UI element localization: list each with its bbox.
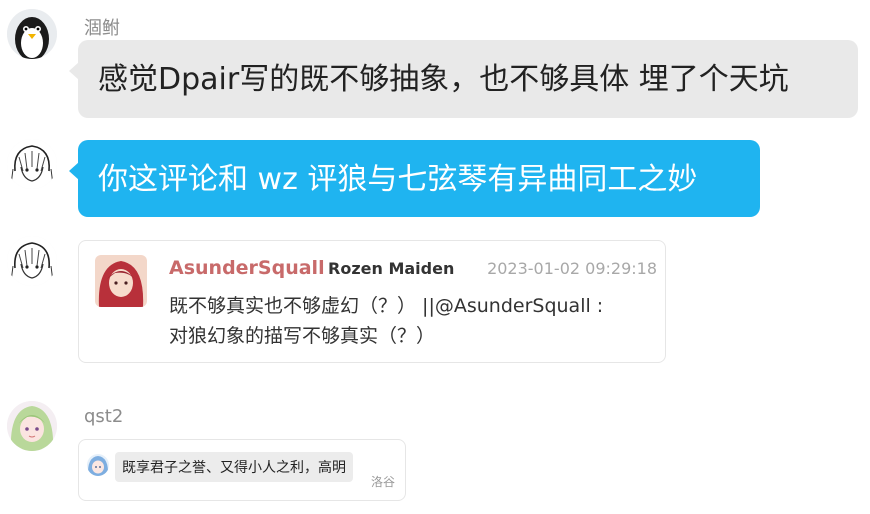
quote-author[interactable]: AsunderSquall <box>169 257 325 279</box>
anime-girl-green-hair-icon[interactable] <box>7 401 57 451</box>
quote-timestamp: 2023-01-02 09:29:18 <box>487 259 657 278</box>
message-bubble: 感觉Dpair写的既不够抽象，也不够具体 埋了个天坑 <box>69 40 858 118</box>
username: 涸鲋 <box>84 18 120 39</box>
forward-text: 既享君子之誉、又得小人之利，高明 <box>115 452 353 482</box>
message-text: 感觉Dpair写的既不够抽象，也不够具体 埋了个天坑 <box>98 62 789 97</box>
red-hair-character-icon <box>95 255 147 307</box>
quote-tag: Rozen Maiden <box>328 259 455 278</box>
quote-line: 对狼幻象的描写不够真实（？） <box>169 325 436 347</box>
message-text: 你这评论和 wz 评狼与七弦琴有异曲同工之妙 <box>98 162 698 197</box>
sketch-anime-girl-icon[interactable] <box>7 139 57 189</box>
quote-text: 既不够真实也不够虚幻（？） ||@AsunderSquall : 对狼幻象的描写… <box>169 291 649 351</box>
chat-window: 涸鲋 感觉Dpair写的既不够抽象，也不够具体 埋了个天坑 你这评论和 wz 评… <box>0 0 870 514</box>
forward-card[interactable]: 既享君子之誉、又得小人之利，高明 洛谷 <box>78 439 406 501</box>
sketch-anime-girl-icon[interactable] <box>7 236 57 286</box>
quote-line: 既不够真实也不够虚幻（？） ||@AsunderSquall : <box>169 295 604 317</box>
username: qst2 <box>84 406 124 427</box>
penguin-icon[interactable] <box>7 9 57 59</box>
forward-source: 洛谷 <box>370 475 395 489</box>
quote-card[interactable]: AsunderSquall Rozen Maiden 2023-01-02 09… <box>78 240 666 363</box>
anime-girl-blue-hair-icon <box>87 454 109 476</box>
message-bubble: 你这评论和 wz 评狼与七弦琴有异曲同工之妙 <box>69 140 760 217</box>
